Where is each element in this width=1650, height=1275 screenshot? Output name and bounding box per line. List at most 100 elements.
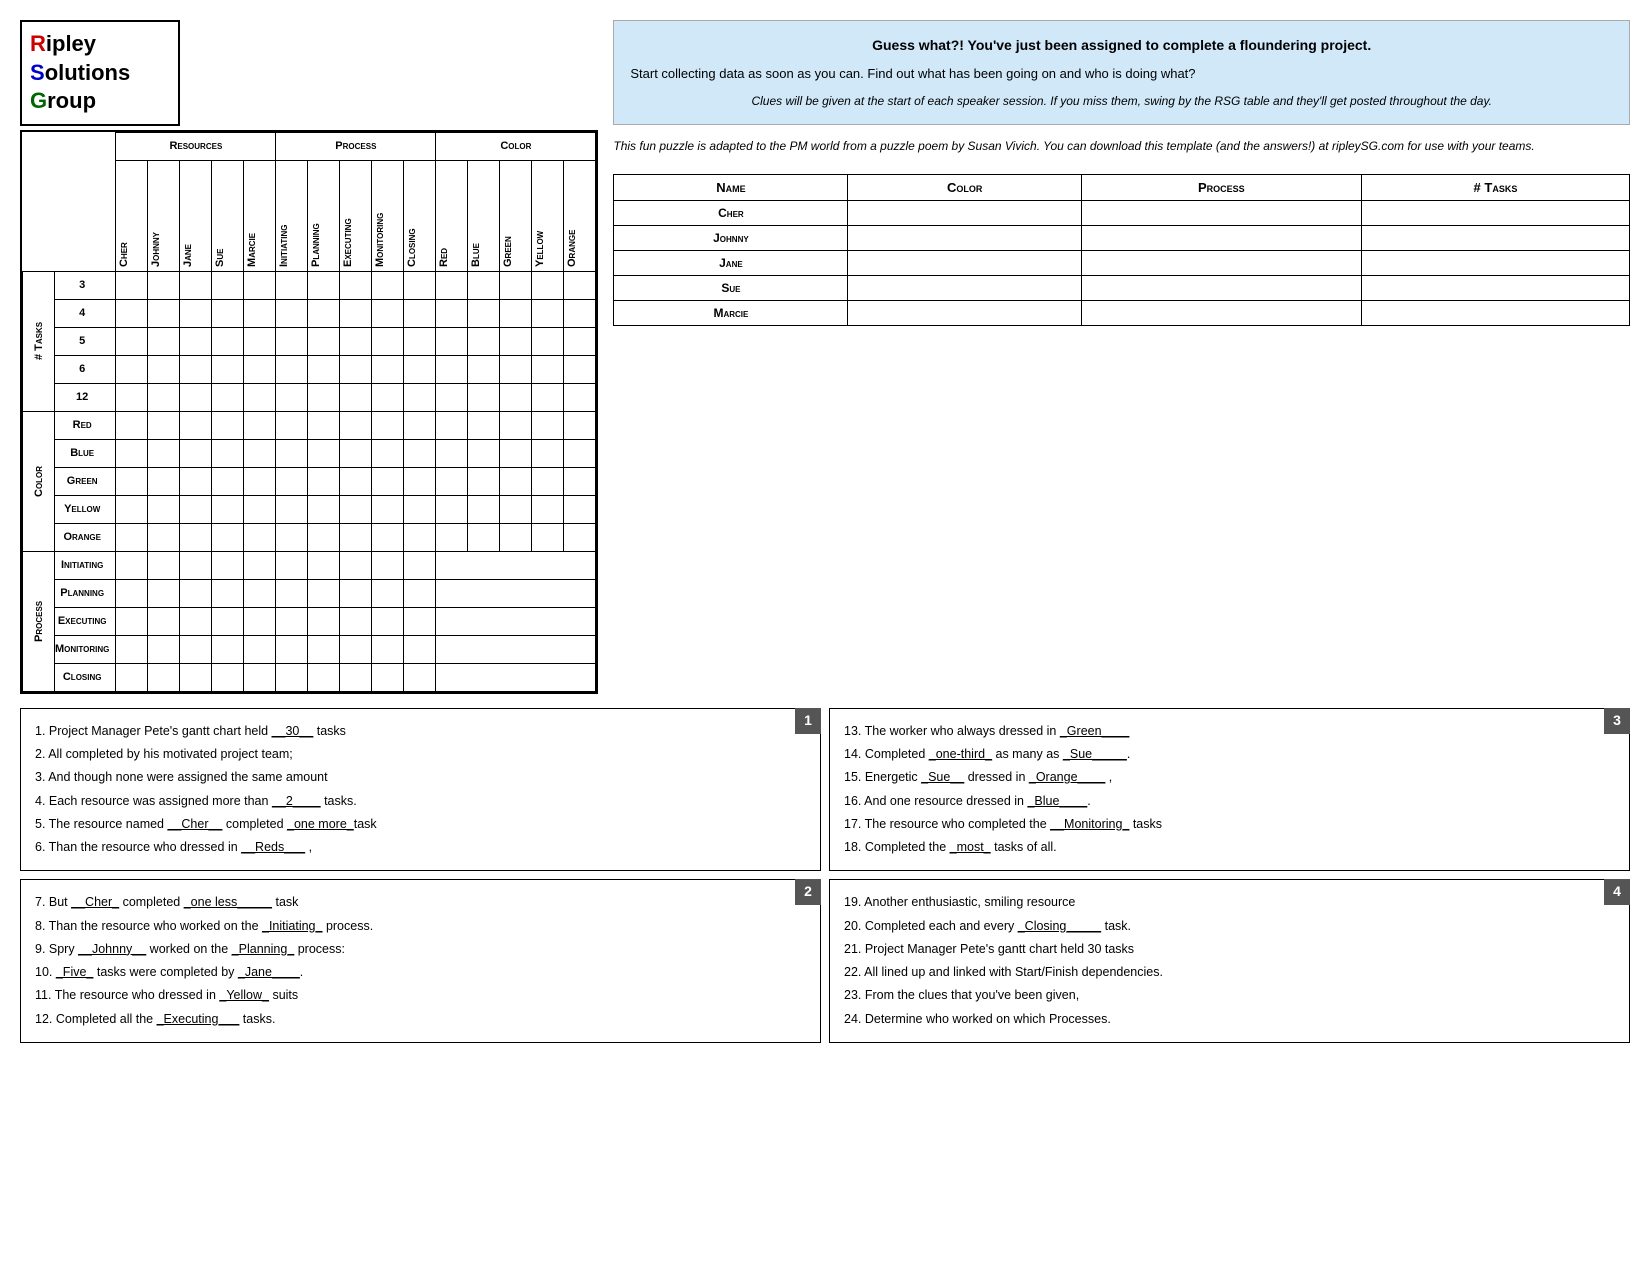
cell[interactable] xyxy=(308,439,340,467)
cell[interactable] xyxy=(372,383,404,411)
cell[interactable] xyxy=(148,663,180,691)
cell[interactable] xyxy=(180,663,212,691)
cell[interactable] xyxy=(212,467,244,495)
cell[interactable] xyxy=(148,495,180,523)
cell[interactable] xyxy=(308,411,340,439)
cell[interactable] xyxy=(404,495,436,523)
cell[interactable] xyxy=(212,299,244,327)
cell[interactable] xyxy=(276,439,308,467)
cell[interactable] xyxy=(244,271,276,299)
cell[interactable] xyxy=(276,579,308,607)
cell[interactable] xyxy=(564,271,596,299)
cell[interactable] xyxy=(116,551,148,579)
cell[interactable] xyxy=(532,467,564,495)
summary-color-cher[interactable] xyxy=(848,200,1081,225)
cell[interactable] xyxy=(468,383,500,411)
cell[interactable] xyxy=(340,411,372,439)
cell[interactable] xyxy=(180,383,212,411)
cell[interactable] xyxy=(468,411,500,439)
summary-process-jane[interactable] xyxy=(1081,250,1361,275)
summary-tasks-jane[interactable] xyxy=(1361,250,1629,275)
cell[interactable] xyxy=(308,523,340,551)
cell[interactable] xyxy=(436,327,468,355)
cell[interactable] xyxy=(404,383,436,411)
summary-color-johnny[interactable] xyxy=(848,225,1081,250)
cell[interactable] xyxy=(244,439,276,467)
cell[interactable] xyxy=(404,579,436,607)
cell[interactable] xyxy=(340,355,372,383)
cell[interactable] xyxy=(276,635,308,663)
cell[interactable] xyxy=(148,551,180,579)
cell[interactable] xyxy=(436,467,468,495)
cell[interactable] xyxy=(340,635,372,663)
cell[interactable] xyxy=(244,411,276,439)
summary-process-johnny[interactable] xyxy=(1081,225,1361,250)
cell[interactable] xyxy=(244,327,276,355)
cell[interactable] xyxy=(308,607,340,635)
cell[interactable] xyxy=(212,383,244,411)
cell[interactable] xyxy=(564,467,596,495)
cell[interactable] xyxy=(276,495,308,523)
cell[interactable] xyxy=(500,467,532,495)
summary-color-sue[interactable] xyxy=(848,275,1081,300)
cell[interactable] xyxy=(276,411,308,439)
cell[interactable] xyxy=(564,327,596,355)
cell[interactable] xyxy=(436,523,468,551)
cell[interactable] xyxy=(372,467,404,495)
cell[interactable] xyxy=(404,663,436,691)
cell[interactable] xyxy=(244,383,276,411)
cell[interactable] xyxy=(500,495,532,523)
cell[interactable] xyxy=(212,411,244,439)
cell[interactable] xyxy=(500,411,532,439)
cell[interactable] xyxy=(404,355,436,383)
cell[interactable] xyxy=(148,523,180,551)
cell[interactable] xyxy=(308,299,340,327)
cell[interactable] xyxy=(244,495,276,523)
cell[interactable] xyxy=(372,663,404,691)
cell[interactable] xyxy=(212,607,244,635)
cell[interactable] xyxy=(212,663,244,691)
cell[interactable] xyxy=(340,467,372,495)
cell[interactable] xyxy=(180,411,212,439)
cell[interactable] xyxy=(532,383,564,411)
cell[interactable] xyxy=(276,663,308,691)
cell[interactable] xyxy=(404,299,436,327)
cell[interactable] xyxy=(308,495,340,523)
cell[interactable] xyxy=(372,411,404,439)
cell[interactable] xyxy=(468,271,500,299)
cell[interactable] xyxy=(500,355,532,383)
cell[interactable] xyxy=(500,327,532,355)
cell[interactable] xyxy=(436,383,468,411)
cell[interactable] xyxy=(148,579,180,607)
cell[interactable] xyxy=(500,271,532,299)
cell[interactable] xyxy=(372,635,404,663)
cell[interactable] xyxy=(148,299,180,327)
cell[interactable] xyxy=(116,327,148,355)
cell[interactable] xyxy=(500,439,532,467)
cell[interactable] xyxy=(308,663,340,691)
cell[interactable] xyxy=(276,355,308,383)
cell[interactable] xyxy=(116,635,148,663)
cell[interactable] xyxy=(564,439,596,467)
cell[interactable] xyxy=(340,523,372,551)
cell[interactable] xyxy=(436,495,468,523)
summary-process-cher[interactable] xyxy=(1081,200,1361,225)
cell[interactable] xyxy=(340,271,372,299)
cell[interactable] xyxy=(532,495,564,523)
cell[interactable] xyxy=(404,551,436,579)
cell[interactable] xyxy=(468,495,500,523)
summary-process-marcie[interactable] xyxy=(1081,300,1361,325)
cell[interactable] xyxy=(212,355,244,383)
cell[interactable] xyxy=(244,663,276,691)
cell[interactable] xyxy=(308,383,340,411)
cell[interactable] xyxy=(212,271,244,299)
cell[interactable] xyxy=(372,271,404,299)
cell[interactable] xyxy=(308,355,340,383)
cell[interactable] xyxy=(468,523,500,551)
cell[interactable] xyxy=(212,579,244,607)
cell[interactable] xyxy=(180,299,212,327)
cell[interactable] xyxy=(212,327,244,355)
cell[interactable] xyxy=(372,579,404,607)
cell[interactable] xyxy=(116,495,148,523)
cell[interactable] xyxy=(436,411,468,439)
